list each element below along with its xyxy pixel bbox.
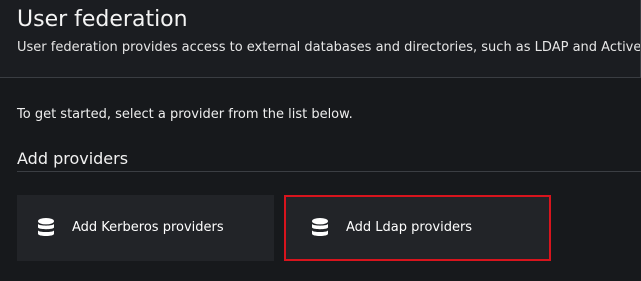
page-title: User federation [17,7,188,32]
add-ldap-providers-card[interactable]: Add Ldap providers [284,195,551,261]
page-subtitle: User federation provides access to exter… [17,40,641,55]
database-icon [37,218,55,238]
add-ldap-providers-label: Add Ldap providers [346,220,473,235]
intro-text: To get started, select a provider from t… [17,107,353,122]
add-providers-heading: Add providers [17,149,129,168]
database-icon [311,218,329,238]
page-header: User federation User federation provides… [0,0,641,78]
add-kerberos-providers-label: Add Kerberos providers [72,220,224,235]
user-federation-page: User federation User federation provides… [0,0,641,281]
section-divider [17,171,641,172]
add-kerberos-providers-card[interactable]: Add Kerberos providers [17,195,274,261]
main-content: To get started, select a provider from t… [0,78,641,281]
